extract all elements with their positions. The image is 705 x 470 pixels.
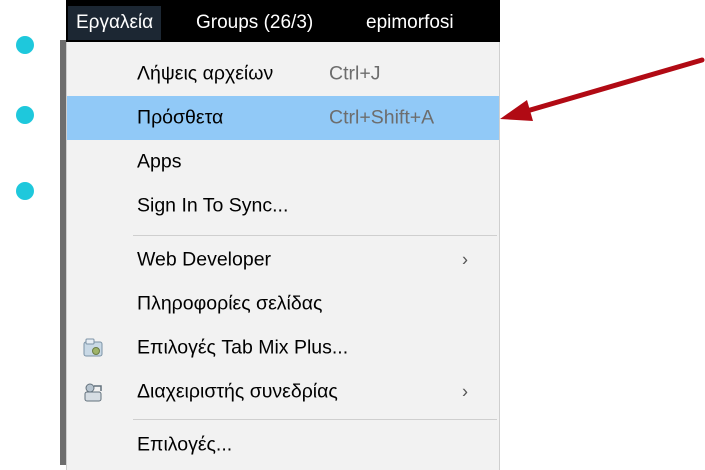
menu-item-sign-in-sync[interactable]: Sign In To Sync... xyxy=(67,184,499,228)
tabmix-options-icon xyxy=(81,336,105,360)
menu-item-addons[interactable]: Πρόσθετα Ctrl+Shift+A xyxy=(67,96,499,140)
menu-item-web-developer[interactable]: Web Developer › xyxy=(67,238,499,282)
menu-item-shortcut: Ctrl+J xyxy=(329,62,381,85)
menu-item-page-info[interactable]: Πληροφορίες σελίδας xyxy=(67,282,499,326)
menu-item-label: Λήψεις αρχείων xyxy=(137,62,274,85)
menu-item-label: Πρόσθετα xyxy=(137,106,224,129)
menu-bar: Εργαλεία Groups (26/3) epimorfosi xyxy=(66,0,500,42)
annotation-arrow-icon xyxy=(500,57,705,121)
tools-dropdown-menu: Λήψεις αρχείων Ctrl+J Πρόσθετα Ctrl+Shif… xyxy=(66,42,500,470)
chevron-right-icon: › xyxy=(462,249,468,270)
chevron-right-icon: › xyxy=(462,381,468,402)
bullet-point-2 xyxy=(16,106,34,124)
menu-item-label: Apps xyxy=(137,150,182,173)
menu-separator xyxy=(133,235,497,236)
menu-groups-label: Groups (26/3) xyxy=(196,12,314,33)
menu-tools-label: Εργαλεία xyxy=(76,12,154,33)
bullet-point-3 xyxy=(16,182,34,200)
menu-item-tabmix-options[interactable]: Επιλογές Tab Mix Plus... xyxy=(67,326,499,370)
session-manager-icon xyxy=(81,380,105,404)
menu-item-shortcut: Ctrl+Shift+A xyxy=(329,106,435,129)
menu-item-downloads[interactable]: Λήψεις αρχείων Ctrl+J xyxy=(67,52,499,96)
menu-groups[interactable]: Groups (26/3) xyxy=(188,6,321,40)
menu-item-label: Επιλογές... xyxy=(137,433,233,456)
menu-item-label: Επιλογές Tab Mix Plus... xyxy=(137,336,349,359)
menu-item-label: Web Developer xyxy=(137,248,272,271)
menu-epimorfosi[interactable]: epimorfosi xyxy=(358,6,462,40)
menu-tools[interactable]: Εργαλεία xyxy=(68,6,162,40)
menu-item-label: Πληροφορίες σελίδας xyxy=(137,292,323,315)
menu-separator xyxy=(133,419,497,420)
menu-item-apps[interactable]: Apps xyxy=(67,140,499,184)
menu-item-session-manager[interactable]: Διαχειριστής συνεδρίας › xyxy=(67,370,499,414)
bullet-point-1 xyxy=(16,36,34,54)
menu-item-options[interactable]: Επιλογές... xyxy=(67,423,499,467)
menu-item-label: Διαχειριστής συνεδρίας xyxy=(137,380,338,403)
menu-item-label: Sign In To Sync... xyxy=(137,194,289,217)
menu-epimorfosi-label: epimorfosi xyxy=(366,12,454,33)
